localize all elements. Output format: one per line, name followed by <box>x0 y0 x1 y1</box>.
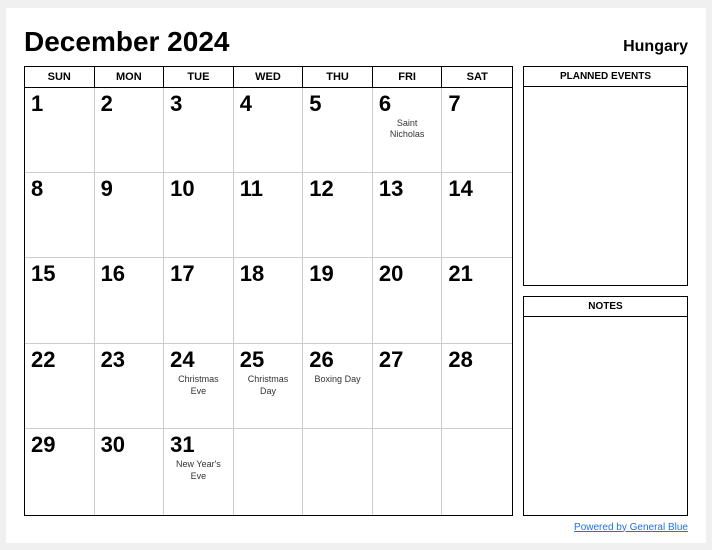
cal-cell-2: 2 <box>95 88 165 173</box>
footer: Powered by General Blue <box>24 522 688 533</box>
cal-cell-27: 27 <box>373 344 443 429</box>
cal-cell-29: 29 <box>25 429 95 514</box>
cal-cell-19: 19 <box>303 258 373 343</box>
cal-cell-24: 24Christmas Eve <box>164 344 234 429</box>
cal-cell-4: 4 <box>234 88 304 173</box>
cal-cell-15: 15 <box>25 258 95 343</box>
weekday-header-thu: THU <box>303 67 373 87</box>
cal-cell-12: 12 <box>303 173 373 258</box>
cal-cell-8: 8 <box>25 173 95 258</box>
page-title: December 2024 <box>24 26 229 58</box>
cal-cell-16: 16 <box>95 258 165 343</box>
notes-title: NOTES <box>524 297 687 317</box>
cal-cell-22: 22 <box>25 344 95 429</box>
calendar-body: 123456Saint Nicholas78910111213141516171… <box>25 88 512 515</box>
day-number: 31 <box>170 433 227 457</box>
cal-cell-17: 17 <box>164 258 234 343</box>
planned-events-content <box>524 87 687 285</box>
cal-cell-10: 10 <box>164 173 234 258</box>
day-number: 22 <box>31 348 88 372</box>
day-number: 24 <box>170 348 227 372</box>
day-event: Christmas Eve <box>170 374 227 397</box>
day-number: 12 <box>309 177 366 201</box>
country-label: Hungary <box>623 38 688 56</box>
day-number: 4 <box>240 92 297 116</box>
day-number: 29 <box>31 433 88 457</box>
day-event: Boxing Day <box>309 374 366 386</box>
day-number: 3 <box>170 92 227 116</box>
day-number: 1 <box>31 92 88 116</box>
weekday-header-fri: FRI <box>373 67 443 87</box>
day-number: 19 <box>309 262 366 286</box>
cal-cell-21: 21 <box>442 258 512 343</box>
powered-by-link[interactable]: Powered by General Blue <box>574 522 688 533</box>
day-number: 9 <box>101 177 158 201</box>
day-number: 18 <box>240 262 297 286</box>
weekday-header-sat: SAT <box>442 67 512 87</box>
planned-events-box: PLANNED EVENTS <box>523 66 688 286</box>
planned-events-title: PLANNED EVENTS <box>524 67 687 87</box>
cal-cell-11: 11 <box>234 173 304 258</box>
day-number: 23 <box>101 348 158 372</box>
day-number: 21 <box>448 262 506 286</box>
cal-cell-20: 20 <box>373 258 443 343</box>
cal-cell-6: 6Saint Nicholas <box>373 88 443 173</box>
cal-cell-14: 14 <box>442 173 512 258</box>
cal-cell-7: 7 <box>442 88 512 173</box>
weekday-header-wed: WED <box>234 67 304 87</box>
notes-box: NOTES <box>523 296 688 516</box>
day-number: 13 <box>379 177 436 201</box>
day-number: 14 <box>448 177 506 201</box>
day-event: Saint Nicholas <box>379 118 436 141</box>
header: December 2024 Hungary <box>24 26 688 58</box>
weekday-header-mon: MON <box>95 67 165 87</box>
day-number: 5 <box>309 92 366 116</box>
cal-cell-30: 30 <box>95 429 165 514</box>
day-number: 27 <box>379 348 436 372</box>
day-number: 11 <box>240 177 297 201</box>
day-number: 10 <box>170 177 227 201</box>
sidebar: PLANNED EVENTS NOTES <box>523 66 688 516</box>
cal-cell-23: 23 <box>95 344 165 429</box>
day-number: 26 <box>309 348 366 372</box>
cal-cell-empty-32 <box>303 429 373 514</box>
cal-cell-empty-31 <box>234 429 304 514</box>
day-number: 6 <box>379 92 436 116</box>
cal-cell-empty-33 <box>373 429 443 514</box>
cal-cell-28: 28 <box>442 344 512 429</box>
day-number: 7 <box>448 92 506 116</box>
cal-cell-31: 31New Year's Eve <box>164 429 234 514</box>
cal-cell-3: 3 <box>164 88 234 173</box>
day-event: Christmas Day <box>240 374 297 397</box>
notes-content <box>524 317 687 515</box>
cal-cell-26: 26 Boxing Day <box>303 344 373 429</box>
day-number: 16 <box>101 262 158 286</box>
day-number: 20 <box>379 262 436 286</box>
cal-cell-9: 9 <box>95 173 165 258</box>
day-number: 17 <box>170 262 227 286</box>
cal-cell-25: 25Christmas Day <box>234 344 304 429</box>
day-number: 28 <box>448 348 506 372</box>
day-number: 2 <box>101 92 158 116</box>
cal-cell-18: 18 <box>234 258 304 343</box>
cal-cell-1: 1 <box>25 88 95 173</box>
weekday-header-sun: SUN <box>25 67 95 87</box>
day-number: 8 <box>31 177 88 201</box>
day-number: 15 <box>31 262 88 286</box>
main-area: SUNMONTUEWEDTHUFRISAT 123456Saint Nichol… <box>24 66 688 516</box>
cal-cell-13: 13 <box>373 173 443 258</box>
cal-cell-empty-34 <box>442 429 512 514</box>
calendar: SUNMONTUEWEDTHUFRISAT 123456Saint Nichol… <box>24 66 513 516</box>
cal-cell-5: 5 <box>303 88 373 173</box>
calendar-header: SUNMONTUEWEDTHUFRISAT <box>25 67 512 88</box>
page: December 2024 Hungary SUNMONTUEWEDTHUFRI… <box>6 8 706 543</box>
day-event: New Year's Eve <box>170 459 227 482</box>
weekday-header-tue: TUE <box>164 67 234 87</box>
day-number: 25 <box>240 348 297 372</box>
day-number: 30 <box>101 433 158 457</box>
